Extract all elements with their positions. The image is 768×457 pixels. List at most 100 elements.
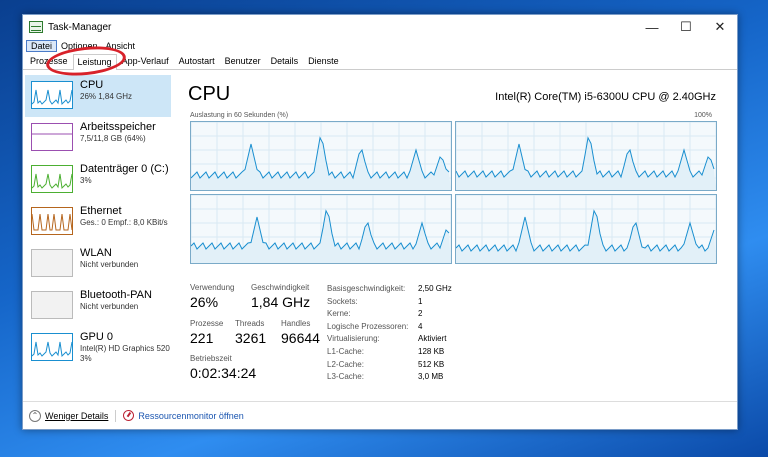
stat-handles: Handles 96644: [281, 319, 320, 346]
sidebar-item-detail: Nicht verbunden: [80, 302, 139, 311]
page-title: CPU: [188, 83, 231, 105]
tab-users[interactable]: Benutzer: [220, 53, 266, 69]
detail-value: 2: [418, 309, 423, 319]
resource-monitor-icon[interactable]: [123, 410, 135, 421]
stat-speed: Geschwindigkeit 1,84 GHz: [251, 283, 310, 310]
wlan-thumbnail-graph: [31, 249, 73, 277]
menu-file[interactable]: Datei: [26, 40, 58, 52]
sidebar-item-disk[interactable]: Datenträger 0 (C:) 3%: [25, 159, 171, 201]
sidebar-item-label: WLAN: [80, 247, 112, 259]
detail-value: 512 KB: [418, 359, 445, 369]
tab-details[interactable]: Details: [266, 53, 304, 69]
close-button[interactable]: ✕: [703, 15, 737, 39]
cpu-core-graphs: [190, 121, 720, 267]
gpu-thumbnail-graph: [31, 333, 73, 361]
maximize-button[interactable]: ☐: [669, 15, 703, 39]
detail-key: Logische Prozessoren:: [327, 321, 409, 331]
stat-label: Betriebszeit: [190, 354, 232, 363]
sidebar-item-usage: 3%: [80, 354, 92, 363]
chevron-up-icon[interactable]: ⌃: [29, 409, 41, 422]
tab-bar: Prozesse Leistung App-Verlauf Autostart …: [23, 53, 737, 70]
detail-row: L2-Cache: 512 KB: [327, 359, 452, 372]
detail-key: L3-Cache:: [327, 372, 364, 382]
resource-monitor-link[interactable]: Ressourcenmonitor öffnen: [138, 411, 243, 421]
cpu-thumbnail-graph: [31, 81, 73, 109]
core-graph-3: [190, 194, 452, 264]
sidebar-item-cpu[interactable]: CPU 26% 1,84 GHz: [25, 75, 171, 117]
stat-label: Prozesse: [190, 319, 224, 328]
detail-key: Kerne:: [327, 309, 351, 319]
detail-value: 128 KB: [418, 346, 445, 356]
fewer-details-link[interactable]: Weniger Details: [45, 411, 108, 421]
stat-label: Geschwindigkeit: [251, 283, 310, 292]
sidebar-item-label: Ethernet: [80, 205, 122, 217]
resource-sidebar: CPU 26% 1,84 GHz Arbeitsspeicher 7,5/11,8 …: [25, 75, 171, 397]
detail-value: 1: [418, 296, 423, 306]
cpu-details-table: Basisgeschwindigkeit: 2,50 GHz Sockets: 1 …: [327, 283, 452, 384]
stat-value: 1,84 GHz: [251, 294, 311, 310]
sidebar-item-bluetooth[interactable]: Bluetooth-PAN Nicht verbunden: [25, 285, 171, 327]
bluetooth-thumbnail-graph: [31, 291, 73, 319]
detail-value: 4: [418, 321, 423, 331]
detail-key: Sockets:: [327, 296, 358, 306]
detail-row: Sockets: 1: [327, 296, 452, 309]
stat-value: 96644: [281, 330, 320, 346]
sidebar-item-label: Bluetooth-PAN: [80, 289, 152, 301]
stat-value: 3261: [235, 330, 267, 346]
stat-threads: Threads 3261: [235, 319, 266, 346]
detail-value: 3,0 MB: [418, 372, 444, 382]
cpu-panel: CPU Intel(R) Core(TM) i5-6300U CPU @ 2.4…: [188, 75, 728, 395]
ethernet-thumbnail-graph: [31, 207, 73, 235]
sidebar-item-wlan[interactable]: WLAN Nicht verbunden: [25, 243, 171, 285]
sidebar-item-gpu[interactable]: GPU 0 Intel(R) HD Graphics 520 3%: [25, 327, 171, 369]
detail-value: 2,50 GHz: [418, 284, 452, 293]
stat-label: Handles: [281, 319, 311, 328]
detail-key: L2-Cache:: [327, 359, 364, 369]
stat-value: 221: [190, 330, 214, 346]
core-graph-4: [455, 194, 717, 264]
sidebar-item-detail: Nicht verbunden: [80, 260, 139, 269]
sidebar-item-detail: Ges.: 0 Empf.: 8,0 KBit/s: [80, 218, 168, 227]
detail-row: L3-Cache: 3,0 MB: [327, 371, 452, 384]
detail-row: Logische Prozessoren: 4: [327, 321, 452, 334]
stat-value: 0:02:34:24: [190, 365, 257, 381]
window-title: Task-Manager: [48, 21, 112, 33]
detail-row: L1-Cache: 128 KB: [327, 346, 452, 359]
tab-services[interactable]: Dienste: [303, 53, 344, 69]
sidebar-item-detail: 3%: [80, 176, 92, 185]
detail-key: Basisgeschwindigkeit:: [327, 284, 406, 293]
detail-value: Aktiviert: [418, 334, 447, 344]
sidebar-item-label: GPU 0: [80, 331, 114, 343]
task-manager-icon: [29, 21, 43, 33]
footer-bar: ⌃ Weniger Details Ressourcenmonitor öffn…: [23, 401, 737, 429]
tab-startup[interactable]: Autostart: [174, 53, 220, 69]
stat-label: Verwendung: [190, 283, 235, 292]
cpu-model-name: Intel(R) Core(TM) i5-6300U CPU @ 2.40GHz: [495, 91, 716, 103]
minimize-button[interactable]: —: [635, 15, 669, 39]
stat-label: Threads: [235, 319, 265, 328]
core-graph-1: [190, 121, 452, 191]
memory-thumbnail-graph: [31, 123, 73, 151]
detail-key: Virtualisierung:: [327, 334, 380, 344]
sidebar-item-detail: 26% 1,84 GHz: [80, 92, 133, 101]
sidebar-item-label: CPU: [80, 79, 104, 91]
graph-caption: Auslastung in 60 Sekunden (%): [190, 112, 289, 119]
title-bar[interactable]: Task-Manager — ☐ ✕: [23, 15, 737, 39]
stat-uptime: Betriebszeit 0:02:34:24: [190, 354, 256, 381]
sidebar-item-label: Arbeitsspeicher: [80, 121, 156, 133]
disk-thumbnail-graph: [31, 165, 73, 193]
sidebar-item-label: Datenträger 0 (C:): [80, 163, 169, 175]
stat-value: 26%: [190, 294, 219, 310]
stat-utilization: Verwendung 26%: [190, 283, 234, 310]
detail-row: Virtualisierung: Aktiviert: [327, 333, 452, 346]
graph-max-label: 100%: [694, 112, 712, 119]
core-graph-2: [455, 121, 717, 191]
sidebar-item-ethernet[interactable]: Ethernet Ges.: 0 Empf.: 8,0 KBit/s: [25, 201, 171, 243]
sidebar-item-memory[interactable]: Arbeitsspeicher 7,5/11,8 GB (64%): [25, 117, 171, 159]
menu-bar: Datei Optionen Ansicht: [23, 39, 737, 53]
footer-divider: [115, 409, 117, 422]
sidebar-item-detail: Intel(R) HD Graphics 520: [80, 344, 170, 353]
task-manager-window: Task-Manager — ☐ ✕ Datei Optionen Ansich…: [22, 14, 738, 430]
sidebar-item-detail: 7,5/11,8 GB (64%): [80, 134, 146, 143]
detail-row: Basisgeschwindigkeit: 2,50 GHz: [327, 283, 452, 296]
